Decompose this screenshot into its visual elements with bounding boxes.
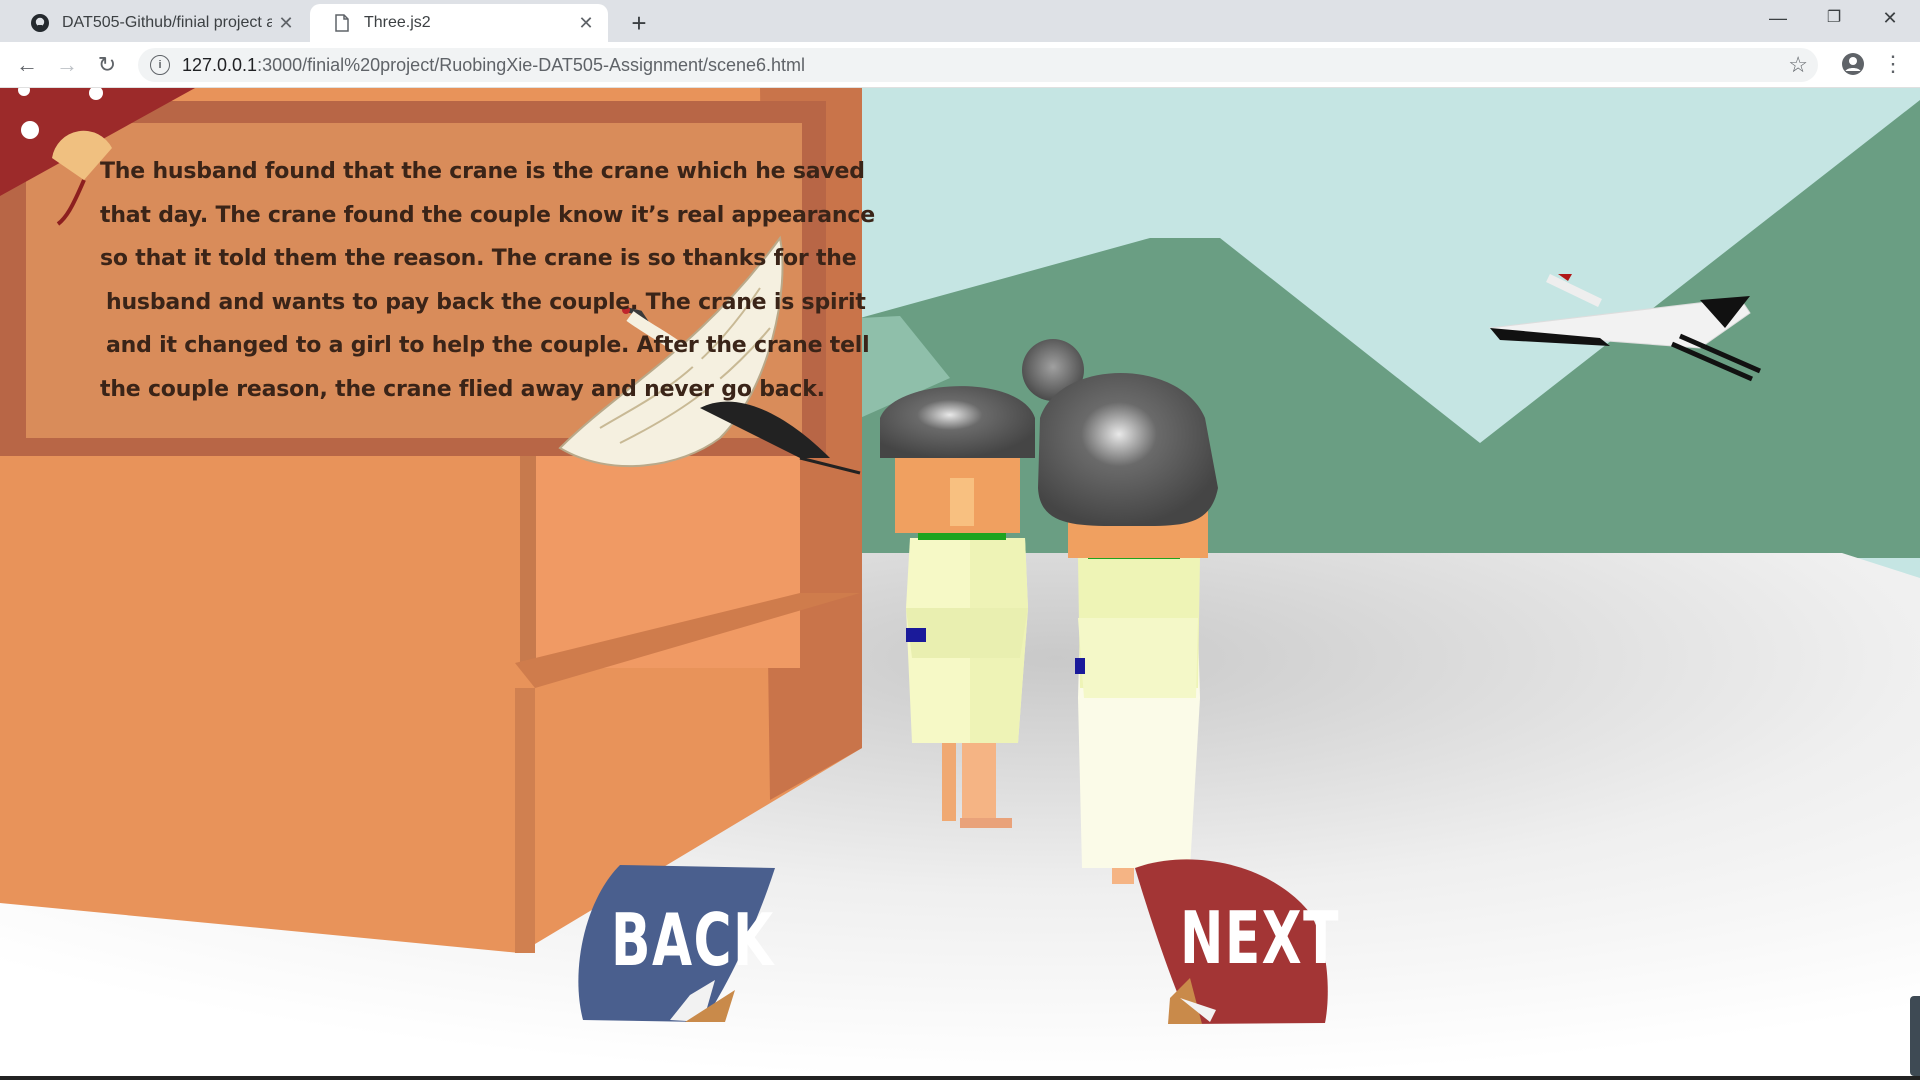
story-line: so that it told them the reason. The cra… (100, 246, 857, 271)
back-button[interactable]: BACK (575, 860, 780, 1025)
tab-github[interactable]: DAT505-Github/finial project a ✕ (8, 4, 308, 42)
address-bar[interactable]: i 127.0.0.1:3000/finial%20project/Ruobin… (138, 48, 1818, 82)
close-window-button[interactable]: ✕ (1862, 0, 1918, 36)
story-line: that day. The crane found the couple kno… (100, 202, 875, 228)
forward-arrow-icon[interactable]: → (52, 50, 82, 80)
wall-shelf-shadow (520, 448, 536, 668)
next-button[interactable]: NEXT (1130, 858, 1338, 1026)
page-icon (332, 13, 352, 33)
threejs-canvas[interactable]: The husband found that the crane is the … (0, 88, 1920, 1080)
story-text: The husband found that the crane is the … (100, 150, 875, 411)
scroll-handle[interactable] (1910, 996, 1920, 1076)
url-text[interactable]: 127.0.0.1:3000/finial%20project/RuobingX… (182, 55, 805, 76)
bookmark-star-icon[interactable]: ☆ (1788, 52, 1808, 78)
next-label: NEXT (1180, 896, 1340, 980)
story-line: The husband found that the crane is the … (100, 159, 865, 184)
restore-button[interactable]: ❐ (1806, 0, 1862, 36)
bottom-border (0, 1076, 1920, 1080)
new-tab-button[interactable]: + (624, 8, 654, 38)
account-icon[interactable] (1840, 51, 1866, 77)
info-icon[interactable]: i (150, 55, 170, 75)
wall-lower (515, 688, 535, 953)
reload-icon[interactable]: ↻ (92, 50, 122, 80)
browser-toolbar: ← → ↻ i 127.0.0.1:3000/finial%20project/… (0, 42, 1920, 88)
close-tab-icon[interactable]: ✕ (572, 13, 600, 34)
back-arrow-icon[interactable]: ← (12, 50, 42, 80)
story-line: the couple reason, the crane flied away … (100, 376, 825, 402)
kebab-menu-icon[interactable]: ⋮ (1882, 51, 1904, 79)
story-line: husband and wants to pay back the couple… (106, 289, 866, 315)
tab-strip: DAT505-Github/finial project a ✕ Three.j… (0, 0, 1920, 42)
minimize-button[interactable]: — (1750, 0, 1806, 36)
story-line: and it changed to a girl to help the cou… (106, 333, 870, 358)
back-label: BACK (611, 898, 775, 982)
tab-threejs[interactable]: Three.js2 ✕ (310, 4, 608, 42)
tab-title: Three.js2 (364, 14, 431, 31)
tab-title: DAT505-Github/finial project a (62, 14, 272, 31)
close-tab-icon[interactable]: ✕ (272, 13, 300, 34)
github-icon (30, 13, 50, 33)
